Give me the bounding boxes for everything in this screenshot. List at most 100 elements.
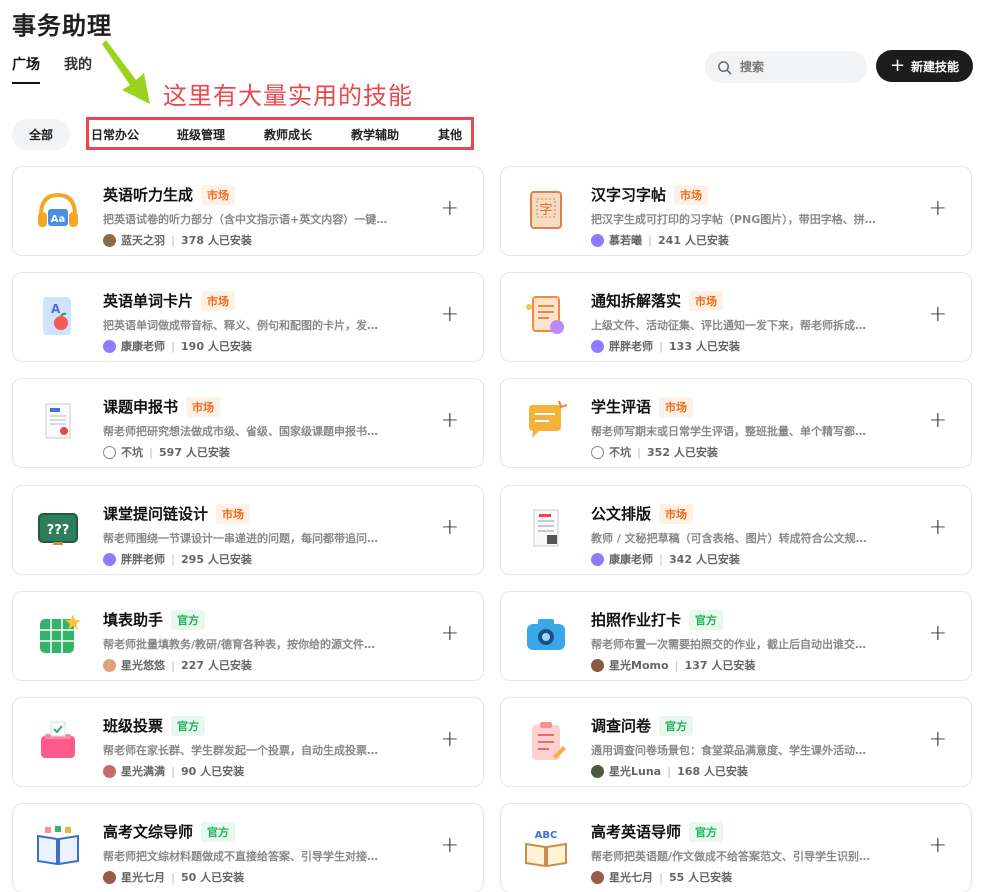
skill-card[interactable]: 课题申报书 市场 帮老师把研究想法做成市级、省级、国家级课题申报书… 不坑 | 597… [12,378,484,468]
add-skill-button[interactable]: + [929,517,947,539]
main-tabs: 广场 我的 [12,54,92,84]
skill-title: 英语听力生成 [103,186,194,204]
add-skill-button[interactable]: + [929,304,947,326]
skill-card[interactable]: 拍照作业打卡 官方 帮老师布置一次需要拍照交的作业，截止后自动出谁交… 星光Mom… [500,591,972,681]
document-icon [45,403,71,439]
filter-all[interactable]: 全部 [12,119,70,150]
add-skill-button[interactable]: + [929,835,947,857]
author-name: 星光满满 [121,765,165,778]
avatar [103,870,116,884]
skill-card[interactable]: 高考文综导师 官方 帮老师把文综材料题做成不直接给答案、引导学生对接… 星光七月 |… [12,803,484,892]
avatar [591,339,604,353]
add-skill-button[interactable]: + [441,410,459,432]
blackboard-icon: ??? [38,513,78,545]
skill-card[interactable]: 学生评语 市场 帮老师写期末或日常学生评语，整班批量、单个精写都… 不坑 | 352 … [500,378,972,468]
add-skill-button[interactable]: + [441,304,459,326]
svg-text:Aa: Aa [51,214,66,225]
skill-description: 帮老师把研究想法做成市级、省级、国家级课题申报书… [103,425,378,438]
open-book-icon [37,826,79,866]
plus-icon: + [889,55,906,76]
skill-card[interactable]: 填表助手 官方 帮老师批量填教务/教研/德育各种表，按你给的源文件… 星光悠悠 | 2… [12,591,484,681]
avatar [103,552,116,566]
skill-card[interactable]: ABC 高考英语导师 官方 帮老师把英语题/作文做成不给答案范文、引导学生识别… … [500,803,972,892]
word-card-icon: A [43,297,71,335]
install-count: 168 人已安装 [677,765,748,778]
add-skill-button[interactable]: + [929,410,947,432]
skill-description: 把汉字生成可打印的习字帖（PNG图片），带田字格、拼… [591,213,876,226]
author-name: 星光七月 [121,871,165,884]
avatar [103,233,116,247]
official-badge: 官方 [171,715,206,736]
skill-card[interactable]: 调查问卷 官方 通用调查问卷场景包：食堂菜品满意度、学生课外活动… 星光Luna |… [500,697,972,787]
skill-description: 把英语单词做成带音标、释义、例句和配图的卡片，发… [103,319,378,332]
skill-description: 上级文件、活动征集、评比通知一发下来，帮老师拆成… [591,319,866,332]
skill-card[interactable]: 班级投票 官方 帮老师在家长群、学生群发起一个投票，自动生成投票… 星光满满 | 90… [12,697,484,787]
market-badge: 市场 [659,396,694,417]
skill-card[interactable]: 公文排版 市场 教师 / 文秘把草稿（可含表格、图片）转成符合公文规… 康康老师 |… [500,485,972,575]
filter-teaching-aid[interactable]: 教学辅助 [351,126,399,143]
filter-class-management[interactable]: 班级管理 [177,126,225,143]
filter-teacher-growth[interactable]: 教师成长 [264,126,312,143]
add-skill-button[interactable]: + [441,198,459,220]
search-input[interactable] [740,60,860,74]
avatar [591,233,604,247]
skill-card[interactable]: Aa 英语听力生成 市场 把英语试卷的听力部分（含中文指示语+英文内容）一键… 蓝… [12,166,484,256]
filter-other[interactable]: 其他 [438,126,462,143]
author-name: 星光七月 [609,871,653,884]
skill-card[interactable]: ??? 课堂提问链设计 市场 帮老师围绕一节课设计一串递进的问题，每问都带追问… … [12,485,484,575]
skill-description: 通用调查问卷场景包：食堂菜品满意度、学生课外活动… [591,744,866,757]
install-count: 352 人已安装 [647,446,718,459]
official-badge: 官方 [659,715,694,736]
install-count: 378 人已安装 [181,234,252,247]
svg-text:???: ??? [47,523,70,538]
add-skill-button[interactable]: + [929,198,947,220]
add-skill-button[interactable]: + [929,623,947,645]
skill-card[interactable]: 字 汉字习字帖 市场 把汉字生成可打印的习字帖（PNG图片），带田字格、拼… 慕若… [500,166,972,256]
avatar [591,870,604,884]
annotation-text: 这里有大量实用的技能 [163,82,413,110]
author-name: 慕若曦 [609,234,642,247]
new-skill-button[interactable]: + 新建技能 [876,50,973,82]
official-badge: 官方 [171,609,206,630]
tab-plaza[interactable]: 广场 [12,54,40,84]
skill-title: 高考英语导师 [591,823,682,841]
add-skill-button[interactable]: + [929,729,947,751]
skill-description: 帮老师写期末或日常学生评语，整班批量、单个精写都… [591,425,866,438]
svg-text:字: 字 [539,203,552,218]
skill-description: 帮老师围绕一节课设计一串递进的问题，每问都带追问… [103,532,378,545]
author-name: 星光悠悠 [121,659,165,672]
skill-card[interactable]: 通知拆解落实 市场 上级文件、活动征集、评比通知一发下来，帮老师拆成… 胖胖老师 |… [500,272,972,362]
filter-daily-office[interactable]: 日常办公 [91,126,139,143]
add-skill-button[interactable]: + [441,623,459,645]
skill-card[interactable]: A 英语单词卡片 市场 把英语单词做成带音标、释义、例句和配图的卡片，发… 康康老… [12,272,484,362]
author-name: 星光Luna [609,765,662,778]
skill-description: 把英语试卷的听力部分（含中文指示语+英文内容）一键… [103,213,388,226]
install-count: 295 人已安装 [181,553,252,566]
abc-book-icon: ABC [525,830,567,868]
comment-icon [529,400,568,438]
search-icon [718,60,732,74]
page-title: 事务助理 [12,12,112,40]
author-name: 胖胖老师 [121,553,165,566]
skill-title: 英语单词卡片 [103,292,194,310]
skill-description: 帮老师在家长群、学生群发起一个投票，自动生成投票… [103,744,378,757]
official-badge: 官方 [201,821,236,842]
author-name: 胖胖老师 [609,340,653,353]
add-skill-button[interactable]: + [441,835,459,857]
add-skill-button[interactable]: + [441,517,459,539]
author-name: 康康老师 [609,553,653,566]
install-count: 137 人已安装 [684,659,756,672]
avatar [591,764,604,778]
avatar [591,552,604,566]
skill-description: 帮老师把文综材料题做成不直接给答案、引导学生对接… [103,850,378,863]
skill-title: 课题申报书 [103,398,179,416]
table-icon [40,614,81,653]
avatar [591,445,604,459]
tab-mine[interactable]: 我的 [64,54,92,84]
skill-description: 帮老师批量填教务/教研/德育各种表，按你给的源文件… [103,638,376,651]
avatar [103,658,116,672]
new-skill-label: 新建技能 [911,59,960,74]
search-box[interactable] [705,51,867,83]
add-skill-button[interactable]: + [441,729,459,751]
skill-title: 学生评语 [591,398,652,416]
